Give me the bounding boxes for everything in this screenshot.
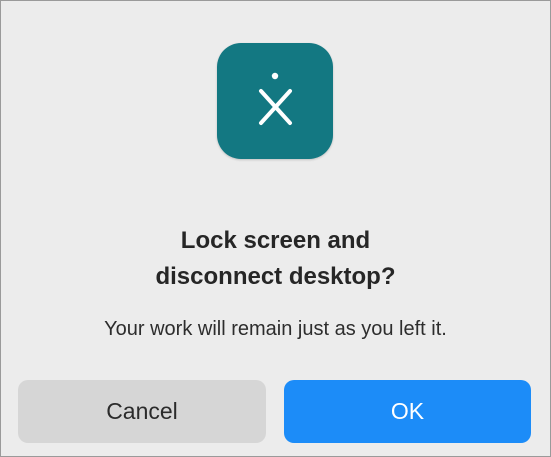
lock-disconnect-dialog: Lock screen and disconnect desktop? Your… [0,0,551,457]
cancel-button-label: Cancel [106,398,178,424]
dialog-title-line-1: Lock screen and [180,227,371,254]
cancel-button[interactable]: Cancel [18,380,266,443]
ok-button[interactable]: OK [284,380,531,443]
remote-desktop-x-icon [217,43,333,159]
dialog-title-line-2: disconnect desktop? [155,263,396,290]
app-icon-glyph [259,72,292,125]
dialog-message: Your work will remain just as you left i… [104,318,447,340]
ok-button-label: OK [390,398,425,424]
